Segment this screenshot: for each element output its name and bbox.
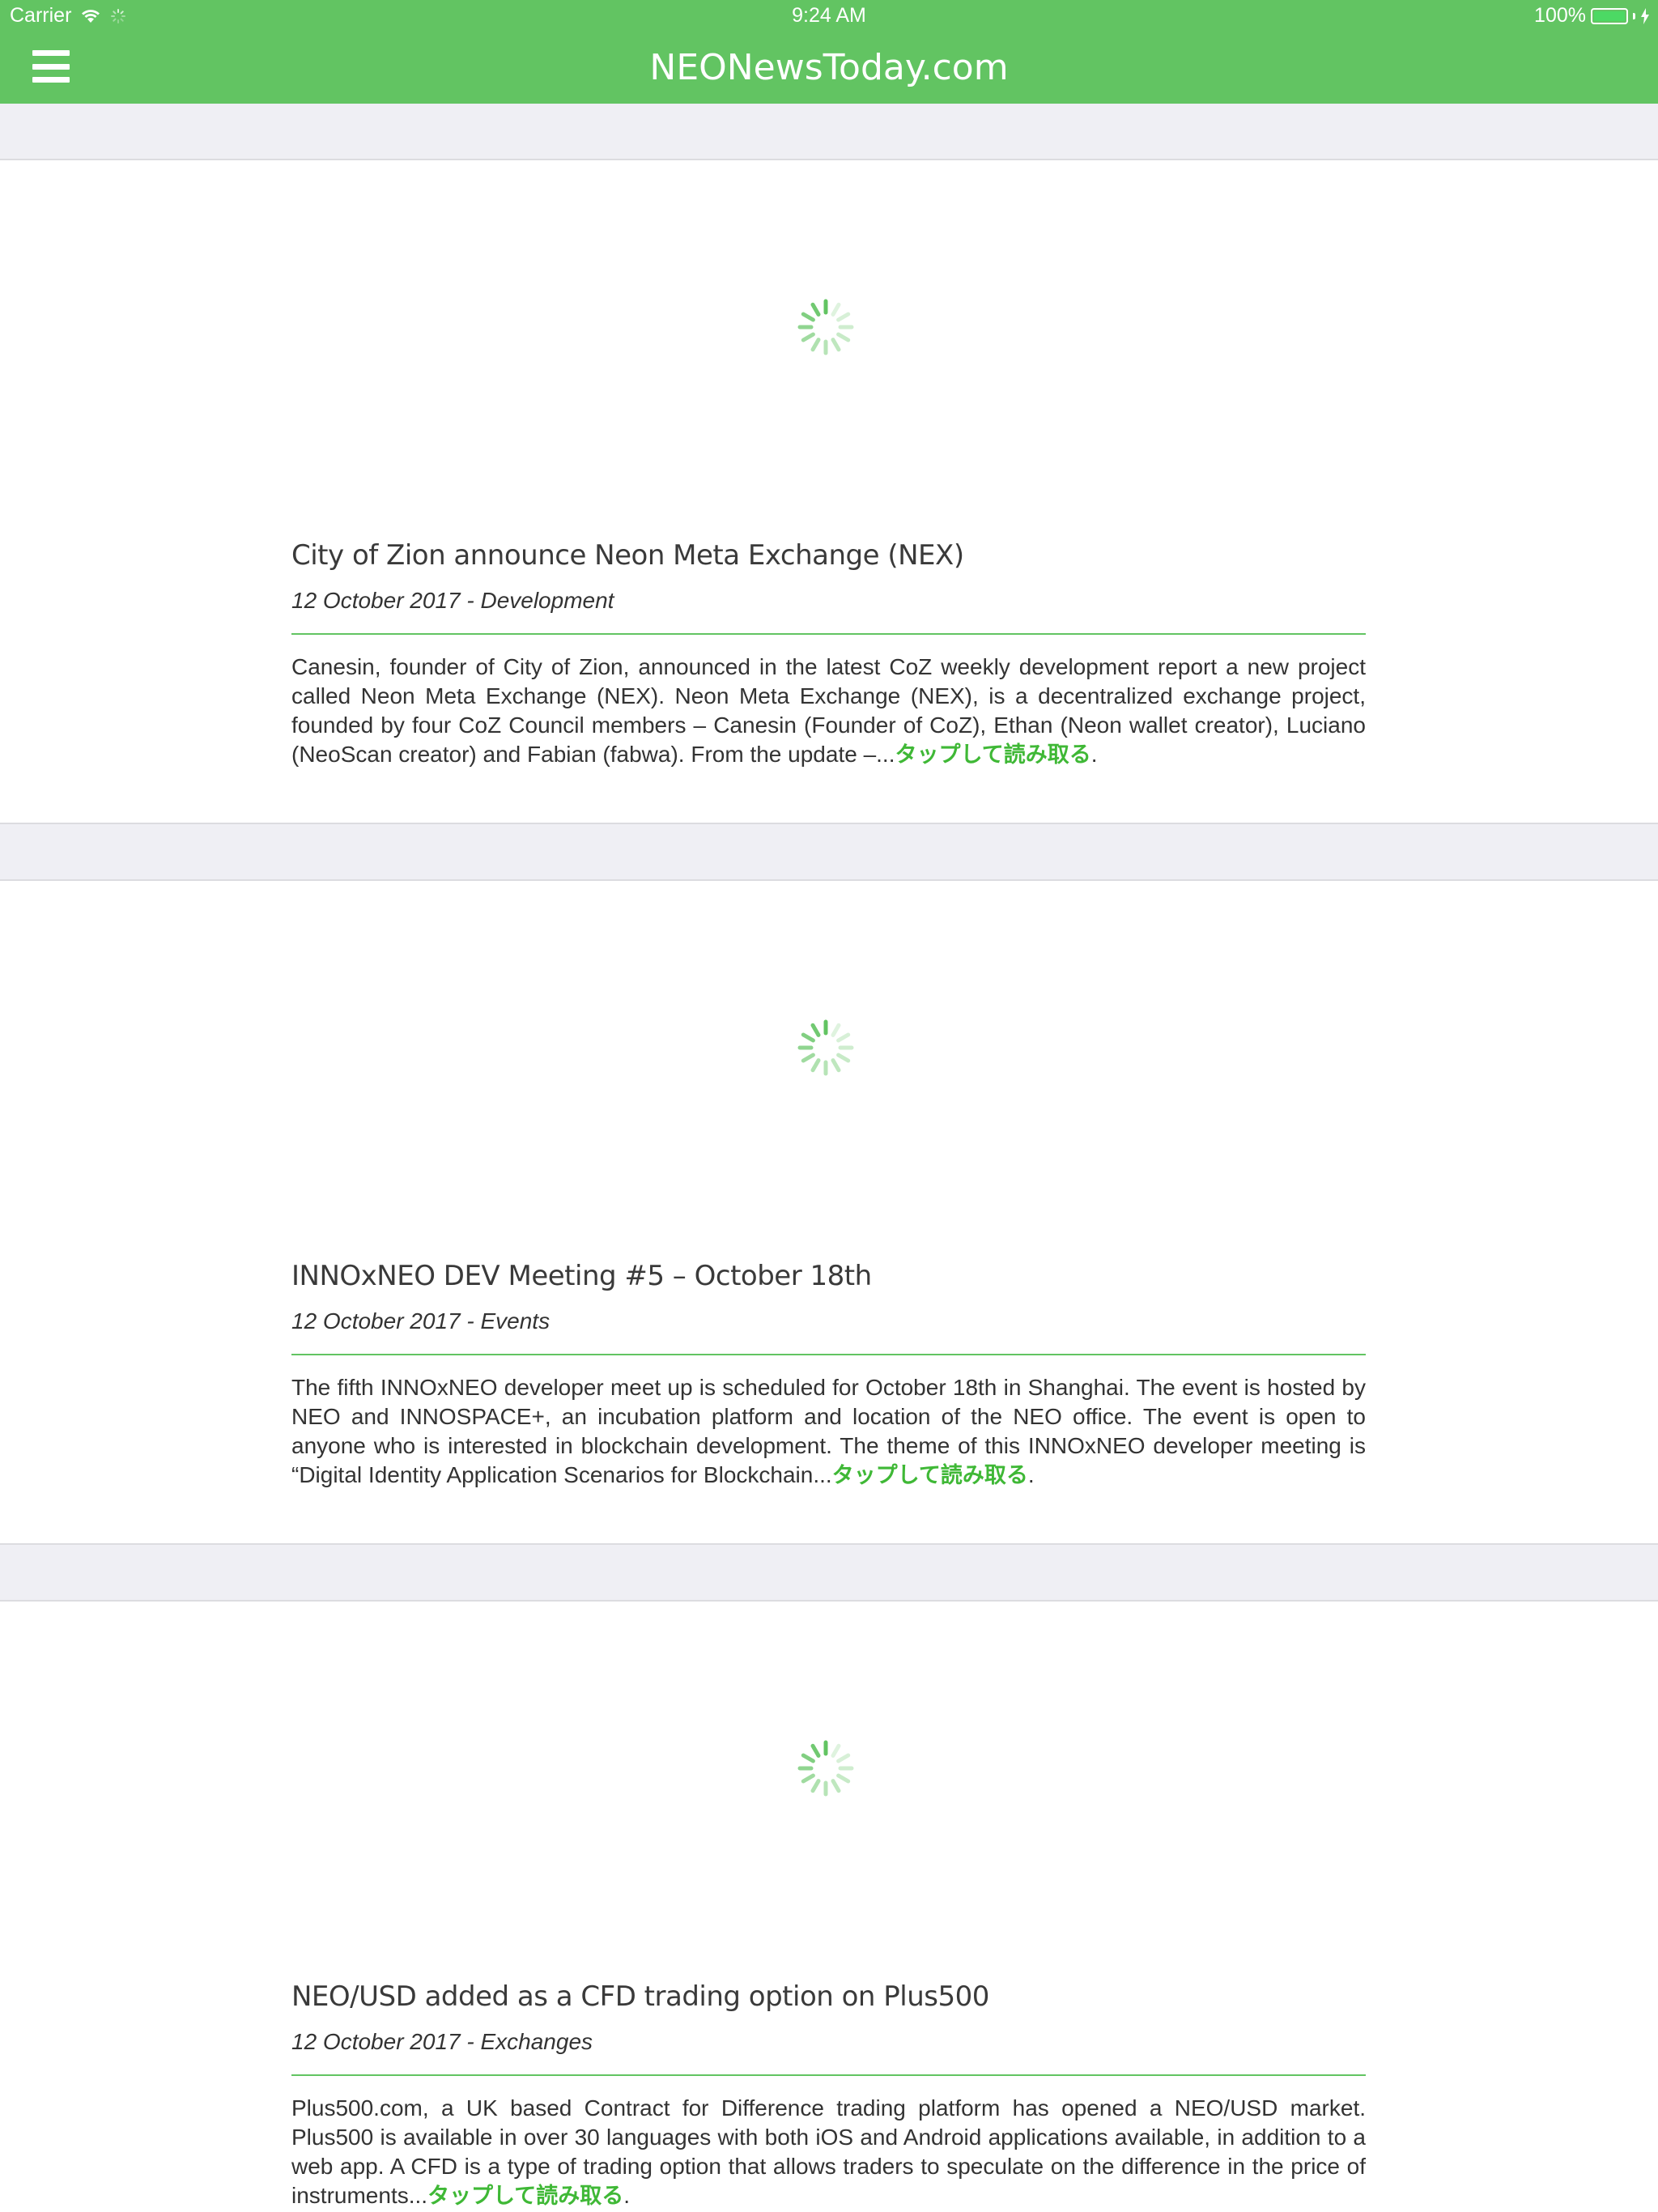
article-title[interactable]: City of Zion announce Neon Meta Exchange…	[291, 538, 1366, 573]
excerpt-trail: .	[1027, 1462, 1035, 1487]
article-card[interactable]: INNOxNEO DEV Meeting #5 – October 18th 1…	[0, 881, 1658, 1545]
excerpt-trail: .	[1090, 742, 1098, 767]
navigation-bar: NEONewsToday.com	[0, 32, 1658, 104]
article-divider	[291, 1354, 1366, 1355]
battery-percent: 100%	[1534, 4, 1586, 27]
article-excerpt: Canesin, founder of City of Zion, announ…	[291, 653, 1366, 770]
card-separator	[0, 1545, 1658, 1602]
card-separator	[0, 104, 1658, 160]
nav-title: NEONewsToday.com	[649, 47, 1009, 88]
article-card[interactable]: City of Zion announce Neon Meta Exchange…	[0, 160, 1658, 824]
article-excerpt: Plus500.com, a UK based Contract for Dif…	[291, 2094, 1366, 2211]
loading-spinner-icon	[797, 299, 854, 355]
loading-spinner-icon	[797, 1740, 854, 1797]
article-content: INNOxNEO DEV Meeting #5 – October 18th 1…	[291, 1258, 1366, 1491]
article-divider	[291, 2074, 1366, 2076]
article-content: NEO/USD added as a CFD trading option on…	[291, 1979, 1366, 2211]
read-more-link[interactable]: タップして読み取る	[832, 1463, 1028, 1488]
status-time: 9:24 AM	[792, 4, 866, 27]
excerpt-text: Canesin, founder of City of Zion, announ…	[291, 654, 1366, 767]
article-content: City of Zion announce Neon Meta Exchange…	[291, 538, 1366, 770]
charging-bolt-icon	[1641, 7, 1649, 24]
article-excerpt: The fifth INNOxNEO developer meet up is …	[291, 1373, 1366, 1491]
read-more-link[interactable]: タップして読み取る	[895, 742, 1091, 768]
battery-icon	[1591, 7, 1628, 24]
article-title[interactable]: NEO/USD added as a CFD trading option on…	[291, 1979, 1366, 2014]
card-separator	[0, 824, 1658, 881]
article-feed: City of Zion announce Neon Meta Exchange…	[0, 104, 1658, 2212]
excerpt-trail: .	[623, 2183, 631, 2208]
battery-level	[1594, 11, 1625, 21]
excerpt-text: The fifth INNOxNEO developer meet up is …	[291, 1375, 1366, 1487]
loading-spinner-icon	[797, 1019, 854, 1076]
battery-nub	[1633, 12, 1635, 19]
article-card[interactable]: NEO/USD added as a CFD trading option on…	[0, 1602, 1658, 2212]
article-meta: 12 October 2017 - Events	[291, 1308, 551, 1334]
article-divider	[291, 633, 1366, 635]
article-title[interactable]: INNOxNEO DEV Meeting #5 – October 18th	[291, 1258, 1366, 1294]
status-bar: Carrier 9:24 AM 100%	[0, 0, 1658, 32]
article-meta: 12 October 2017 - Exchanges	[291, 2029, 593, 2054]
article-meta: 12 October 2017 - Development	[291, 588, 614, 613]
status-battery-group: 100%	[1534, 4, 1650, 28]
app-screen: Carrier 9:24 AM 100% NEONewsToday.com Ci…	[0, 0, 1658, 2212]
read-more-link[interactable]: タップして読み取る	[427, 2184, 623, 2209]
